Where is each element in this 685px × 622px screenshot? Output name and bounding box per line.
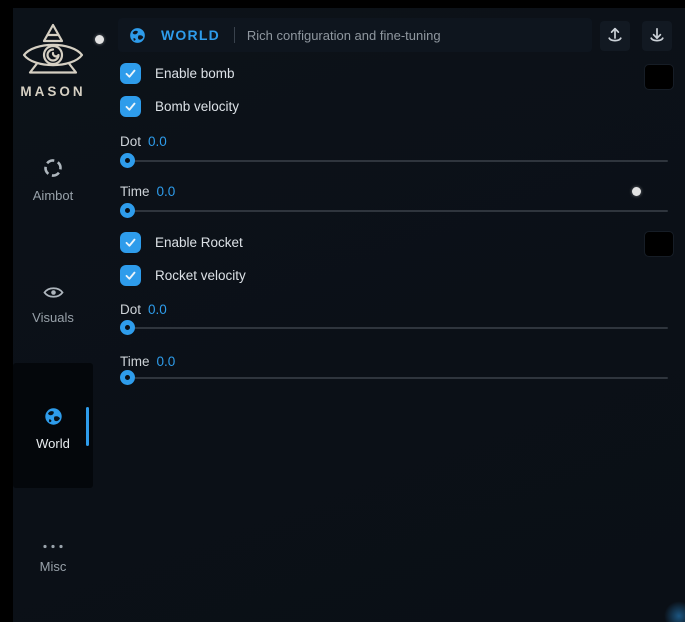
globe-icon bbox=[44, 407, 63, 431]
rocket-time-slider-label: Time 0.0 bbox=[120, 354, 175, 369]
cursor-dot-2 bbox=[632, 187, 641, 196]
slider-track[interactable] bbox=[120, 327, 668, 329]
rocket-dot-slider-label: Dot 0.0 bbox=[120, 302, 167, 317]
checkbox-label: Enable Rocket bbox=[155, 235, 243, 250]
mason-eye-pyramid-icon bbox=[13, 22, 93, 80]
page-title: WORLD bbox=[161, 27, 220, 43]
bomb-velocity-checkbox-row[interactable]: Bomb velocity bbox=[120, 96, 239, 117]
slider-name: Time bbox=[120, 354, 150, 369]
upload-config-button[interactable] bbox=[600, 21, 630, 51]
slider-value: 0.0 bbox=[148, 134, 167, 149]
sidebar-item-label: Visuals bbox=[32, 310, 74, 325]
eye-icon bbox=[43, 285, 64, 305]
bomb-time-slider-label: Time 0.0 bbox=[120, 184, 175, 199]
checkbox-label: Rocket velocity bbox=[155, 268, 246, 283]
checkbox-checked-icon[interactable] bbox=[120, 63, 141, 84]
brand-name: MASON bbox=[13, 84, 93, 99]
rocket-color-swatch[interactable] bbox=[644, 231, 674, 257]
crosshair-icon bbox=[43, 158, 63, 183]
download-config-button[interactable] bbox=[642, 21, 672, 51]
enable-bomb-checkbox-row[interactable]: Enable bomb bbox=[120, 63, 235, 84]
checkbox-checked-icon[interactable] bbox=[120, 265, 141, 286]
rocket-dot-slider[interactable] bbox=[120, 320, 668, 335]
sidebar: MASON Aimbot Visuals bbox=[13, 8, 105, 622]
checkbox-checked-icon[interactable] bbox=[120, 96, 141, 117]
header-divider bbox=[234, 27, 235, 43]
sidebar-item-misc[interactable]: Misc bbox=[13, 536, 93, 574]
sidebar-item-label: World bbox=[36, 436, 70, 451]
tab-header: WORLD Rich configuration and fine-tuning bbox=[118, 18, 592, 52]
checkbox-checked-icon[interactable] bbox=[120, 232, 141, 253]
slider-track[interactable] bbox=[120, 160, 668, 162]
upload-icon bbox=[605, 25, 625, 48]
app-window: MASON Aimbot Visuals bbox=[13, 8, 685, 622]
sidebar-item-aimbot[interactable]: Aimbot bbox=[13, 158, 93, 203]
slider-value: 0.0 bbox=[148, 302, 167, 317]
brand-logo: MASON bbox=[13, 22, 93, 99]
slider-handle[interactable] bbox=[120, 153, 135, 168]
slider-name: Dot bbox=[120, 302, 141, 317]
checkbox-label: Enable bomb bbox=[155, 66, 235, 81]
slider-value: 0.0 bbox=[157, 354, 176, 369]
sidebar-item-visuals[interactable]: Visuals bbox=[13, 285, 93, 325]
sidebar-item-world[interactable]: World bbox=[13, 407, 93, 451]
page-subtitle: Rich configuration and fine-tuning bbox=[247, 28, 441, 43]
slider-track[interactable] bbox=[120, 210, 668, 212]
enable-rocket-checkbox-row[interactable]: Enable Rocket bbox=[120, 232, 243, 253]
sidebar-item-label: Aimbot bbox=[33, 188, 73, 203]
slider-name: Dot bbox=[120, 134, 141, 149]
ellipsis-icon bbox=[42, 536, 64, 554]
rocket-time-slider[interactable] bbox=[120, 370, 668, 385]
bomb-dot-slider[interactable] bbox=[120, 153, 668, 168]
slider-name: Time bbox=[120, 184, 150, 199]
cursor-dot-1 bbox=[95, 35, 104, 44]
sidebar-item-label: Misc bbox=[40, 559, 67, 574]
bomb-color-swatch[interactable] bbox=[644, 64, 674, 90]
bomb-time-slider[interactable] bbox=[120, 203, 668, 218]
corner-glow-decoration bbox=[664, 601, 685, 622]
slider-track[interactable] bbox=[120, 377, 668, 379]
slider-handle[interactable] bbox=[120, 320, 135, 335]
checkbox-label: Bomb velocity bbox=[155, 99, 239, 114]
slider-value: 0.0 bbox=[157, 184, 176, 199]
rocket-velocity-checkbox-row[interactable]: Rocket velocity bbox=[120, 265, 246, 286]
download-icon bbox=[647, 25, 667, 48]
bomb-dot-slider-label: Dot 0.0 bbox=[120, 134, 167, 149]
slider-handle[interactable] bbox=[120, 370, 135, 385]
slider-handle[interactable] bbox=[120, 203, 135, 218]
globe-icon bbox=[129, 27, 146, 44]
